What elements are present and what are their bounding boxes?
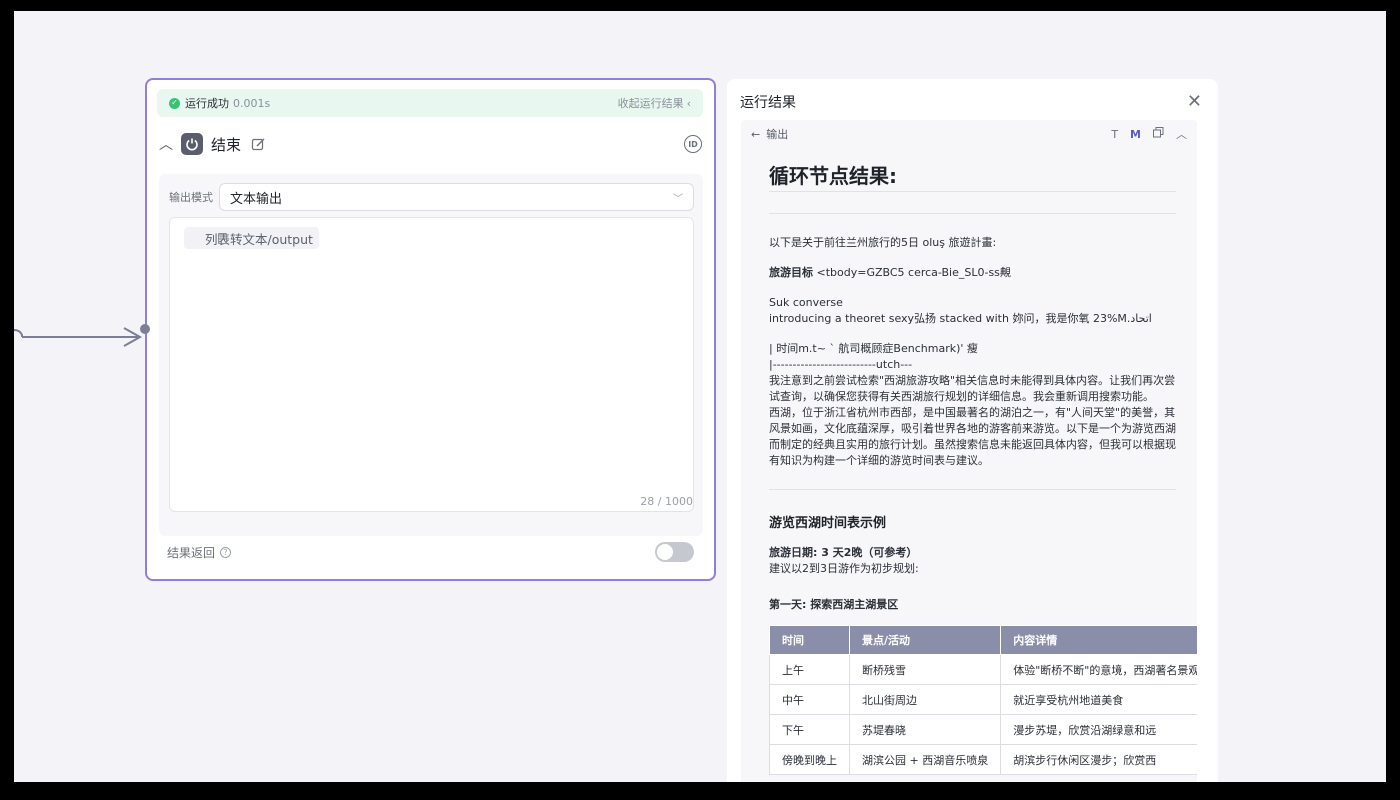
goal-text: <tbody=GZBC5 cerca-Bie_SL0-ss覥 (813, 266, 1011, 279)
intro-text: 以下是关于前往兰州旅行的5日 oluş 旅遊計畫: (769, 236, 997, 249)
table-cell: 湖滨公园 + 西湖音乐喷泉 (848, 744, 1002, 775)
run-duration: 0.001s (233, 96, 271, 110)
table-header-cell: 景点/活动 (848, 625, 1002, 655)
run-status-text: 运行成功 (185, 97, 229, 110)
result-toolbar: ← 输出 T M ︿ (741, 120, 1197, 148)
table-row: 傍晚到晚上 湖滨公园 + 西湖音乐喷泉 胡滨步行休闲区漫步；欣赏西 (769, 744, 1197, 775)
table-cell: 上午 (769, 654, 850, 685)
table-header-cell: 时间 (769, 625, 850, 655)
node-input-handle[interactable] (140, 324, 150, 334)
date-label: 旅游日期: 3 天2晚（可参考） (769, 546, 918, 559)
chevron-up-icon[interactable]: ︿ (1176, 126, 1187, 142)
arrow-left-icon: ← (751, 127, 761, 141)
day1-title: 第一天: 探索西湖主湖景区 (769, 598, 899, 611)
end-node-card[interactable]: ✓ 运行成功 0.001s 收起运行结果 ‹ ︿ 结束 ID 输出模式 文本输出… (145, 78, 716, 581)
output-mode-value: 文本输出 (230, 191, 283, 207)
result-content[interactable]: 循环节点结果: 以下是关于前往兰州旅行的5日 oluş 旅遊計畫: 旅游目标 <… (741, 148, 1197, 782)
divider (769, 213, 1176, 214)
run-result-panel: 运行结果 ✕ ← 输出 T M ︿ 循环节点结果: 以下是关于前往兰州旅行的5日… (727, 79, 1218, 782)
edit-icon[interactable] (251, 137, 266, 152)
markdown-output: 循环节点结果: 以下是关于前往兰州旅行的5日 oluş 旅遊計畫: 旅游目标 <… (769, 148, 1197, 775)
run-status-bar: ✓ 运行成功 0.001s 收起运行结果 ‹ (157, 89, 703, 117)
chevron-up-icon[interactable]: ︿ (159, 134, 179, 154)
table-row: 上午 断桥残雪 体验"断桥不断"的意境，西湖著名景观 (769, 654, 1197, 685)
table-cell: 北山街周边 (848, 684, 1002, 715)
paragraph-2: 西湖，位于浙江省杭州市西部，是中国最著名的湖泊之一，有"人间天堂"的美誉，其风景… (769, 406, 1176, 467)
table-cell: 漫步苏堤，欣赏沿湖绿意和远 (1000, 714, 1197, 745)
table-cell: 胡滨步行休闲区漫步；欣赏西 (1000, 744, 1197, 775)
table-cell: 就近享受杭州地道美食 (1000, 684, 1197, 715)
back-button[interactable]: ← 输出 (751, 126, 788, 142)
collapse-result-button[interactable]: 收起运行结果 ‹ (618, 95, 691, 111)
workflow-canvas[interactable]: ✓ 运行成功 0.001s 收起运行结果 ‹ ︿ 结束 ID 输出模式 文本输出… (14, 11, 1386, 782)
paragraph-1: 我注意到之前尝试检索"西湖旅游攻略"相关信息时未能得到具体内容。让我们再次尝试查… (769, 374, 1176, 403)
table-header-row: 时间 景点/活动 内容详情 (769, 625, 1197, 655)
chevron-left-icon: ‹ (686, 96, 691, 110)
table-cell: 中午 (769, 684, 850, 715)
text-line-4: |--------------------------utch--- (769, 358, 913, 371)
output-text-editor[interactable]: 列表转文本/output 28 / 1000 (169, 217, 694, 512)
text-line-2: introducing a theoret sexy弘扬 stacked wit… (769, 312, 1152, 325)
result-panel-title: 运行结果 (740, 95, 796, 111)
variable-tag[interactable]: 列表转文本/output (184, 227, 319, 249)
output-mode-row: 输出模式 文本输出 ﹀ (169, 183, 694, 211)
char-counter: 28 / 1000 (640, 495, 693, 508)
table-cell: 断桥残雪 (848, 654, 1002, 685)
table-cell: 苏堤春晓 (848, 714, 1002, 745)
node-title: 结束 (211, 135, 242, 154)
table-header-cell: 内容详情 (1000, 625, 1197, 655)
back-label: 输出 (766, 128, 789, 141)
table-cell: 傍晚到晚上 (769, 744, 850, 775)
date-note: 建议以2到3日游作为初步规划: (769, 562, 919, 575)
output-mode-label: 输出模式 (169, 191, 213, 204)
goal-label: 旅游目标 (769, 266, 813, 279)
node-config-panel: 输出模式 文本输出 ﹀ 列表转文本/output 28 / 1000 (159, 174, 703, 536)
help-icon[interactable]: ? (220, 546, 232, 558)
chevron-down-icon: ﹀ (673, 193, 683, 205)
close-icon[interactable]: ✕ (1187, 91, 1202, 112)
power-icon (181, 133, 203, 155)
section-title: 游览西湖时间表示例 (769, 516, 887, 531)
table-row: 下午 苏堤春晓 漫步苏堤，欣赏沿湖绿意和远 (769, 714, 1197, 745)
text-line-1: Suk converse (769, 296, 843, 309)
view-tools: T M ︿ (1111, 126, 1187, 142)
goal-line: 旅游目标 <tbody=GZBC5 cerca-Bie_SL0-ss覥 (769, 265, 1176, 281)
copy-icon[interactable] (1153, 127, 1164, 141)
connection-edge (14, 327, 143, 347)
node-header: ︿ 结束 ID (159, 131, 702, 157)
success-check-icon: ✓ (169, 97, 180, 109)
markdown-view-button[interactable]: M (1130, 128, 1141, 141)
collapse-result-label: 收起运行结果 (617, 97, 684, 110)
document-icon (218, 232, 227, 244)
divider (769, 489, 1176, 490)
table-row: 中午 北山街周边 就近享受杭州地道美食 (769, 684, 1197, 715)
text-line-3: | 时间m.t~ ˋ 航司概顾症Benchmark)' 瘦 (769, 342, 978, 355)
table-cell: 下午 (769, 714, 850, 745)
text-view-button[interactable]: T (1111, 128, 1118, 141)
output-mode-select[interactable]: 文本输出 ﹀ (219, 183, 694, 211)
return-result-row: 结果返回 ? (167, 539, 694, 565)
return-result-toggle[interactable] (655, 542, 694, 562)
itinerary-table: 时间 景点/活动 内容详情 上午 断桥残雪 体验"断桥不断"的意境，西湖著名景观… (769, 625, 1197, 775)
node-id-badge[interactable]: ID (684, 135, 702, 153)
return-result-label: 结果返回 (167, 545, 216, 560)
result-heading: 循环节点结果: (769, 160, 1176, 192)
table-cell: 体验"断桥不断"的意境，西湖著名景观 (1000, 654, 1197, 685)
